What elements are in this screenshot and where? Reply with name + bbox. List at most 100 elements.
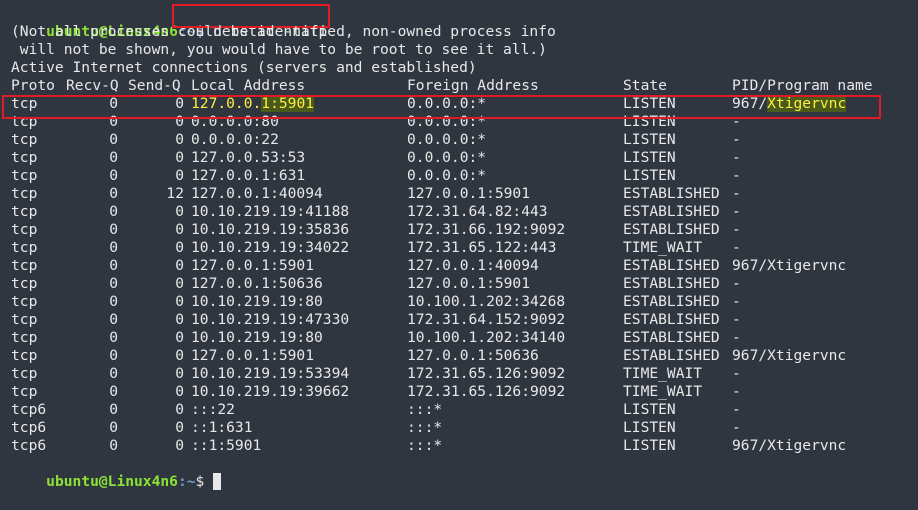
cell-sendq: 0 xyxy=(175,311,184,328)
table-row: tcp 0 0 127.0.0.1:5901 127.0.0.1:50636 ESTABL… xyxy=(11,347,911,365)
cell-state: ESTABLISHED xyxy=(623,311,720,328)
cell-proto: tcp xyxy=(11,167,38,184)
table-row: tcp 0 0 10.10.219.19:80 10.100.1.202:34140 ES… xyxy=(11,329,911,347)
cell-sendq: 0 xyxy=(175,203,184,220)
cell-recvq: 0 xyxy=(109,383,118,400)
cell-foreign-address: :::* xyxy=(407,401,443,418)
cell-recvq: 0 xyxy=(109,347,118,364)
cell-proto: tcp xyxy=(11,203,38,220)
cell-recvq: 0 xyxy=(109,275,118,292)
cell-proto: tcp xyxy=(11,275,38,292)
cell-recvq: 0 xyxy=(109,149,118,166)
table-row: tcp 0 0 10.10.219.19:39662 172.31.65.126:909… xyxy=(11,383,911,401)
cell-proto: tcp xyxy=(11,185,38,202)
cell-local-address: :::22 xyxy=(191,401,235,418)
text-cursor[interactable] xyxy=(213,473,222,490)
cell-local-address: 127.0.0.1:5901 xyxy=(191,257,315,274)
cell-proto: tcp xyxy=(11,149,38,166)
cell-pid-program: - xyxy=(732,383,741,400)
cell-proto: tcp6 xyxy=(11,401,47,418)
cell-foreign-address: 127.0.0.1:5901 xyxy=(407,275,531,292)
cell-pid-program: - xyxy=(732,239,741,256)
cell-pid-program: - xyxy=(732,185,741,202)
cell-foreign-address: :::* xyxy=(407,419,443,436)
cell-local-address: 10.10.219.19:80 xyxy=(191,329,323,346)
cell-foreign-address: 10.100.1.202:34268 xyxy=(407,293,566,310)
cell-foreign-address: 127.0.0.1:40094 xyxy=(407,257,539,274)
cell-pid-program: - xyxy=(732,167,741,184)
cell-foreign-address: 127.0.0.1:5901 xyxy=(407,185,531,202)
cell-local-address: 10.10.219.19:34022 xyxy=(191,239,350,256)
cell-state: ESTABLISHED xyxy=(623,185,720,202)
cell-sendq: 0 xyxy=(175,149,184,166)
cell-sendq: 0 xyxy=(175,437,184,454)
cell-proto: tcp xyxy=(11,221,38,238)
cell-pid-program: - xyxy=(732,149,741,166)
table-row: tcp 0 0 10.10.219.19:80 10.100.1.202:34268 ES… xyxy=(11,293,911,311)
cell-local-address: 0.0.0.0:22 xyxy=(191,131,279,148)
cell-recvq: 0 xyxy=(109,131,118,148)
cell-local-address: 10.10.219.19:53394 xyxy=(191,365,350,382)
cell-local-address: 127.0.0.1:40094 xyxy=(191,185,323,202)
cell-state: ESTABLISHED xyxy=(623,203,720,220)
cell-sendq: 0 xyxy=(175,239,184,256)
cell-state: ESTABLISHED xyxy=(623,347,720,364)
cell-proto: tcp xyxy=(11,365,38,382)
cell-foreign-address: 172.31.64.82:443 xyxy=(407,203,548,220)
cell-state: LISTEN xyxy=(623,437,676,454)
cell-state: TIME_WAIT xyxy=(623,383,703,400)
cell-local-address: 10.10.219.19:35836 xyxy=(191,221,350,238)
cell-sendq: 0 xyxy=(175,167,184,184)
cell-foreign-address: 172.31.65.126:9092 xyxy=(407,383,566,400)
cell-pid-program: - xyxy=(732,401,741,418)
cell-local-address: 10.10.219.19:41188 xyxy=(191,203,350,220)
cell-recvq: 0 xyxy=(109,203,118,220)
table-row: tcp 0 0 127.0.0.1:631 0.0.0.0:* LISTEN - xyxy=(11,167,911,185)
table-row: tcp 0 0 10.10.219.19:47330 172.31.64.152:909… xyxy=(11,311,911,329)
cell-local-address: 10.10.219.19:80 xyxy=(191,293,323,310)
table-row: tcp 0 0 0.0.0.0:22 0.0.0.0:* LISTEN - xyxy=(11,131,911,149)
header-state: State xyxy=(623,77,667,94)
terminal-window[interactable]: ubuntu@Linux4n6:~$ netstat -natp (Not al… xyxy=(0,0,918,510)
cell-sendq: 0 xyxy=(175,383,184,400)
cell-foreign-address: 172.31.65.122:443 xyxy=(407,239,557,256)
table-row: tcp6 0 0::1:5901:::* LISTEN 967/Xtigervnc xyxy=(11,437,911,455)
prompt-user-host: ubuntu@Linux4n6 xyxy=(46,473,178,490)
table-row: tcp6 0 0:::22:::* LISTEN - xyxy=(11,401,911,419)
cell-foreign-address: 172.31.66.192:9092 xyxy=(407,221,566,238)
cell-local-address: 127.0.0.1:5901 xyxy=(191,347,315,364)
cell-state: TIME_WAIT xyxy=(623,365,703,382)
cell-sendq: 0 xyxy=(175,131,184,148)
cell-state: TIME_WAIT xyxy=(623,239,703,256)
cell-state: ESTABLISHED xyxy=(623,257,720,274)
cell-proto: tcp xyxy=(11,239,38,256)
cell-state: LISTEN xyxy=(623,167,676,184)
header-recvq: Recv-Q xyxy=(66,77,119,94)
table-row: tcp 0 0 127.0.0.53:53 0.0.0.0:* LISTEN - xyxy=(11,149,911,167)
cell-pid-program: - xyxy=(732,329,741,346)
cell-local-address: ::1:631 xyxy=(191,419,253,436)
cell-local-address: 127.0.0.1:50636 xyxy=(191,275,323,292)
cell-state: ESTABLISHED xyxy=(623,329,720,346)
cell-proto: tcp xyxy=(11,329,38,346)
cell-state: LISTEN xyxy=(623,131,676,148)
cell-recvq: 0 xyxy=(109,419,118,436)
cell-sendq: 0 xyxy=(175,293,184,310)
cell-pid-program: - xyxy=(732,131,741,148)
cell-recvq: 0 xyxy=(109,257,118,274)
cell-recvq: 0 xyxy=(109,239,118,256)
table-row: tcp 0 0 10.10.219.19:35836 172.31.66.192:909… xyxy=(11,221,911,239)
row-annotation-box xyxy=(2,95,881,119)
cell-recvq: 0 xyxy=(109,185,118,202)
cell-pid-program: - xyxy=(732,365,741,382)
cell-proto: tcp xyxy=(11,347,38,364)
cell-sendq: 0 xyxy=(175,257,184,274)
cell-pid-program: - xyxy=(732,203,741,220)
header-sendq: Send-Q xyxy=(128,77,181,94)
cell-foreign-address: 10.100.1.202:34140 xyxy=(407,329,566,346)
cell-recvq: 0 xyxy=(109,365,118,382)
cell-proto: tcp6 xyxy=(11,437,47,454)
cell-sendq: 12 xyxy=(166,185,184,202)
cell-recvq: 0 xyxy=(109,293,118,310)
cell-state: LISTEN xyxy=(623,149,676,166)
